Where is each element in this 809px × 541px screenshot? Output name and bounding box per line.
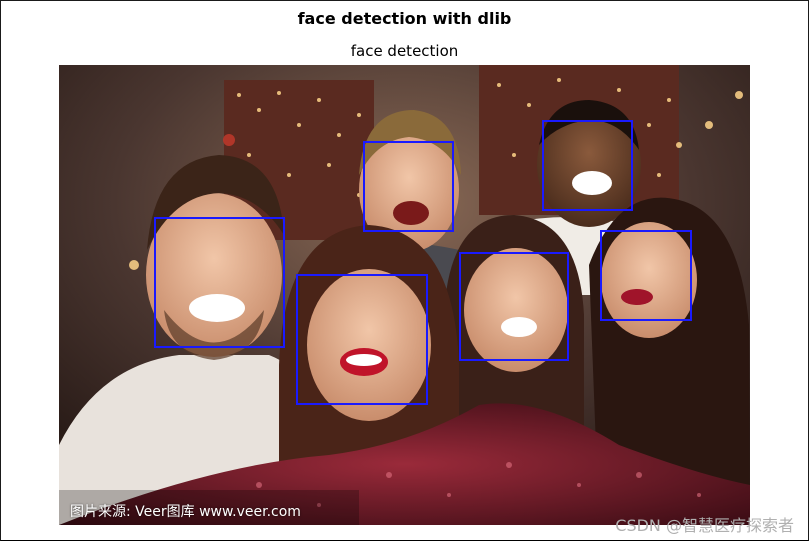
face-detection-box — [459, 252, 569, 361]
face-detection-box — [363, 141, 454, 232]
group-selfie-photo — [59, 65, 750, 525]
axes-title: face detection — [350, 42, 459, 60]
photo-source-watermark: 图片来源: Veer图库 www.veer.com — [70, 504, 301, 520]
face-detection-box — [154, 217, 285, 348]
face-detection-box — [296, 274, 428, 405]
csdn-watermark: CSDN @智慧医疗探索者 — [615, 516, 794, 535]
face-detection-box — [542, 120, 633, 211]
figure-suptitle: face detection with dlib — [297, 9, 512, 28]
face-detection-box — [600, 230, 692, 321]
